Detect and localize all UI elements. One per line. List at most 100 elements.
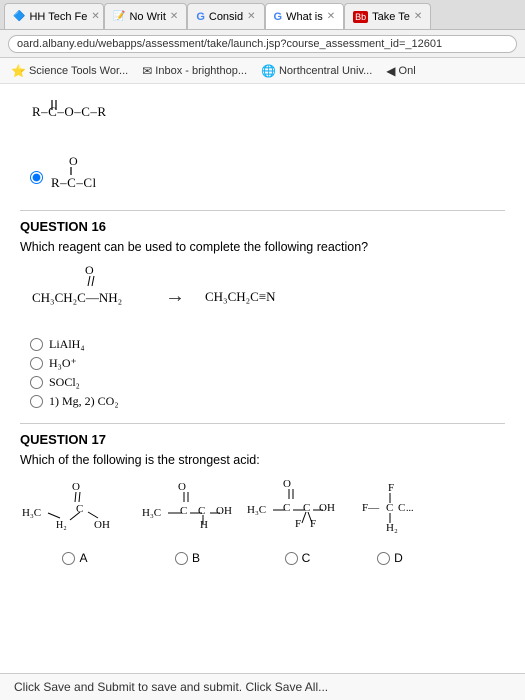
acid-c-label: C [302, 551, 311, 565]
svg-text:F: F [295, 518, 301, 530]
rccl-svg: O R–C–Cl [49, 155, 129, 200]
svg-text:H₂: H₂ [386, 522, 398, 534]
radio-q16-b[interactable] [30, 357, 43, 370]
tab-hhtech[interactable]: 🔷 HH Tech Fe ✕ [4, 3, 104, 29]
bookmarks-bar: ⭐ Science Tools Wor... ✉ Inbox - brighth… [0, 58, 525, 84]
url-input[interactable]: oard.albany.edu/webapps/assessment/take/… [8, 35, 517, 53]
radio-q17-d[interactable] [377, 552, 390, 565]
bookmark-icon-science: ⭐ [11, 64, 26, 78]
svg-text:C: C [198, 505, 205, 517]
bookmark-inbox[interactable]: ✉ Inbox - brighthop... [137, 62, 252, 80]
acid-b-option: O H₃C C C H OH [140, 480, 235, 565]
q16-option-a-label: LiAlH₄ [49, 337, 85, 352]
bookmark-northcentral[interactable]: 🌐 Northcentral Univ... [256, 62, 377, 80]
svg-text:H₃C: H₃C [247, 504, 266, 516]
tab-label-takete: Take Te [372, 11, 410, 23]
tab-nowrit[interactable]: 📝 No Writ ✕ [104, 3, 187, 29]
tab-label-consid: Consid [209, 11, 243, 23]
radio-q16-d[interactable] [30, 395, 43, 408]
svg-text:OH: OH [319, 502, 335, 514]
footer-bar: Click Save and Submit to save and submit… [0, 673, 525, 700]
svg-text:O: O [69, 155, 78, 168]
q16-option-b-label: H₃O⁺ [49, 356, 77, 371]
q16-option-c-label: SOCl₂ [49, 375, 80, 390]
svg-text:H₃C: H₃C [142, 507, 161, 519]
bookmark-label-science: Science Tools Wor... [29, 65, 128, 77]
tab-close-hhtech[interactable]: ✕ [91, 11, 99, 22]
svg-text:R–C–Cl: R–C–Cl [51, 175, 97, 190]
question-17-text: Which of the following is the strongest … [20, 453, 505, 467]
svg-text:CH₃CH₂C—NH₂: CH₃CH₂C—NH₂ [32, 290, 122, 305]
acid-c-svg: O H₃C C C OH F F [245, 477, 350, 545]
svg-text:O: O [72, 481, 80, 493]
bookmark-icon-onl: ◀ [386, 64, 395, 78]
svg-text:F: F [388, 482, 394, 494]
rcocr-svg: R–C–O–C–R [30, 94, 130, 139]
radio-q16-a[interactable] [30, 338, 43, 351]
svg-text:H: H [200, 519, 208, 531]
svg-text:F—: F— [362, 502, 380, 514]
footer-text: Click Save and Submit to save and submit… [14, 680, 328, 694]
svg-text:O: O [85, 264, 94, 277]
product-nitrile: CH₃CH₂C≡N [205, 289, 276, 305]
question-16-text: Which reagent can be used to complete th… [20, 240, 505, 254]
svg-text:O: O [283, 478, 291, 490]
tab-close-nowrit[interactable]: ✕ [170, 11, 178, 22]
structure-rccl: O R–C–Cl [30, 155, 505, 200]
acid-c-radio-row: C [285, 551, 311, 565]
q16-option-a[interactable]: LiAlH₄ [30, 337, 505, 352]
svg-text:C: C [76, 503, 83, 515]
acid-b-radio-row: B [175, 551, 200, 565]
bookmark-science-tools[interactable]: ⭐ Science Tools Wor... [6, 62, 133, 80]
svg-text:...: ... [406, 503, 414, 514]
structure-rcocr: R–C–O–C–R [30, 94, 505, 143]
tab-consid[interactable]: G Consid ✕ [187, 3, 264, 29]
tab-close-whatis[interactable]: ✕ [327, 11, 335, 22]
tab-whatis[interactable]: G What is ✕ [265, 3, 345, 29]
acid-d-label: D [394, 551, 403, 565]
tab-label-hhtech: HH Tech Fe [29, 11, 87, 23]
main-content: R–C–O–C–R O R–C–Cl QUESTION 16 [0, 84, 525, 589]
svg-text:C: C [398, 502, 405, 514]
tab-close-consid[interactable]: ✕ [247, 11, 255, 22]
tab-icon-nowrit: 📝 [113, 11, 125, 22]
acid-a-svg: O H₃C H₂ C OH [20, 480, 130, 545]
tab-icon-takete: Bb [353, 11, 368, 23]
q16-option-d[interactable]: 1) Mg, 2) CO₂ [30, 394, 505, 409]
question-17-title: QUESTION 17 [20, 423, 505, 447]
svg-text:O: O [178, 481, 186, 493]
svg-text:C: C [303, 502, 310, 514]
bookmark-label-onl: Onl [399, 65, 416, 77]
amide-svg: O CH₃CH₂C—NH₂ [30, 264, 145, 329]
tab-icon-consid: G [196, 11, 205, 23]
acid-a-radio-row: A [62, 551, 87, 565]
radio-q17-a[interactable] [62, 552, 75, 565]
radio-q17-c[interactable] [285, 552, 298, 565]
svg-text:H₂: H₂ [56, 520, 67, 531]
tab-close-takete[interactable]: ✕ [414, 11, 422, 22]
svg-text:C: C [386, 502, 393, 514]
svg-text:H₃C: H₃C [22, 507, 41, 519]
acid-d-radio-row: D [377, 551, 403, 565]
bookmark-onl[interactable]: ◀ Onl [381, 62, 420, 80]
acid-d-option: F C H₂ F— C ... D [360, 477, 420, 565]
svg-text:C: C [180, 505, 187, 517]
reaction-arrow: → [160, 285, 190, 308]
reaction-diagram: O CH₃CH₂C—NH₂ → CH₃CH₂C≡N [30, 264, 505, 329]
product-formula: CH₃CH₂C≡N [205, 289, 276, 304]
acid-a-label: A [79, 551, 87, 565]
tab-takete[interactable]: Bb Take Te ✕ [344, 3, 431, 29]
radio-q16-c[interactable] [30, 376, 43, 389]
bookmark-label-northcentral: Northcentral Univ... [279, 65, 372, 77]
q16-option-c[interactable]: SOCl₂ [30, 375, 505, 390]
bookmark-icon-northcentral: 🌐 [261, 64, 276, 78]
radio-prev-rccl[interactable] [30, 171, 43, 184]
q16-option-b[interactable]: H₃O⁺ [30, 356, 505, 371]
question-17-section: QUESTION 17 Which of the following is th… [20, 423, 505, 565]
radio-q17-b[interactable] [175, 552, 188, 565]
acid-c-option: O H₃C C C OH F F [245, 477, 350, 565]
question-16-title: QUESTION 16 [20, 210, 505, 234]
svg-text:OH: OH [216, 505, 232, 517]
svg-text:R–C–O–C–R: R–C–O–C–R [32, 104, 107, 119]
acid-b-svg: O H₃C C C H OH [140, 480, 235, 545]
